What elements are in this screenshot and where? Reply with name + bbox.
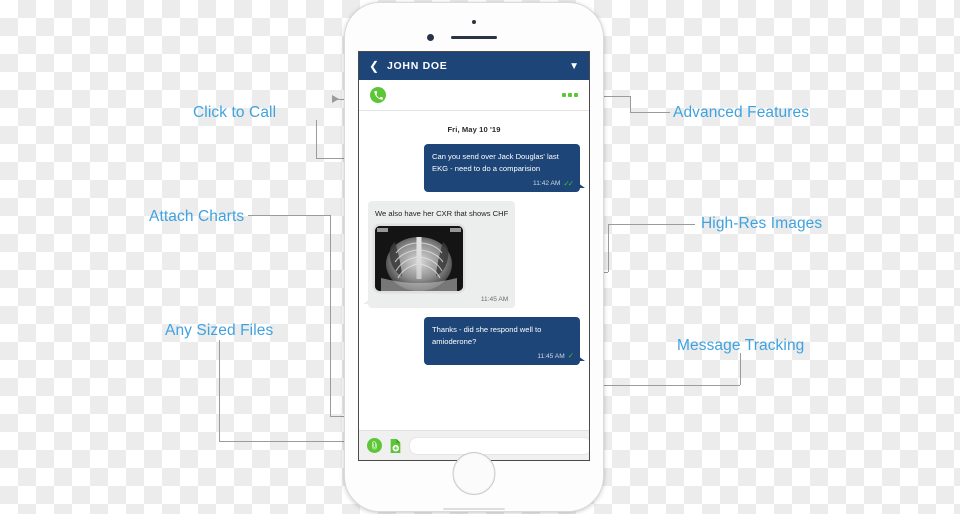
paperclip-icon[interactable] (367, 438, 382, 453)
connector-any-sized-files-v1 (219, 340, 220, 441)
chat-navbar: ❮ JOHN DOE ▼ (359, 52, 589, 80)
message-row: Thanks - did she respond well to amioder… (368, 316, 585, 365)
connector-advanced-features-h2 (601, 96, 630, 97)
message-text: Thanks - did she respond well to amioder… (432, 324, 542, 346)
add-file-icon[interactable] (388, 438, 403, 453)
home-button[interactable] (452, 452, 496, 495)
diagram-canvas: Click to Call Attach Charts Any Sized Fi… (0, 0, 960, 514)
connector-click-to-call-arrow (332, 95, 339, 103)
annotation-label-high-res-images: High-Res Images (701, 215, 823, 232)
message-meta: 11:42 AM ✓✓ (432, 178, 574, 188)
connector-click-to-call-v1 (316, 120, 317, 158)
chat-action-bar (359, 80, 589, 111)
more-options-icon[interactable] (562, 93, 578, 97)
connector-advanced-features-h1 (630, 112, 670, 113)
earpiece-speaker (451, 36, 497, 39)
annotation-label-click-to-call: Click to Call (193, 104, 277, 121)
chevron-down-icon[interactable]: ▼ (569, 61, 579, 72)
message-text: We also have her CXR that shows CHF (375, 209, 509, 219)
annotation-label-advanced-features: Advanced Features (673, 104, 810, 121)
message-text: Can you send over Jack Douglas' last EKG… (432, 152, 559, 173)
connector-advanced-features-v1 (630, 96, 631, 112)
connector-high-res-v1 (608, 224, 609, 272)
message-thread[interactable]: Fri, May 10 '19 Can you send over Jack D… (359, 125, 589, 443)
annotation-label-attach-charts: Attach Charts (149, 208, 245, 225)
phone-icon[interactable] (370, 87, 386, 103)
chest-xray-image[interactable] (375, 225, 463, 291)
single-check-icon: ✓ (567, 351, 574, 361)
message-bubble-incoming[interactable]: We also have her CXR that shows CHF 11:4… (362, 201, 516, 308)
connector-message-tracking-h1 (597, 385, 740, 386)
connector-any-sized-files-h1 (219, 441, 347, 442)
message-row: Can you send over Jack Douglas' last EKG… (368, 144, 585, 193)
message-row: We also have her CXR that shows CHF 11:4… (362, 201, 580, 308)
bottom-antenna-line (443, 508, 505, 510)
date-separator: Fri, May 10 '19 (447, 125, 501, 134)
message-bubble-outgoing[interactable]: Thanks - did she respond well to amioder… (424, 316, 585, 365)
connector-attach-charts-v1 (330, 215, 331, 416)
connector-attach-charts-h1 (248, 215, 330, 216)
message-bubble-outgoing[interactable]: Can you send over Jack Douglas' last EKG… (424, 144, 585, 193)
chevron-left-icon[interactable]: ❮ (369, 60, 383, 72)
front-camera-icon (472, 20, 476, 24)
message-input[interactable] (409, 436, 589, 455)
chat-contact-name: JOHN DOE (387, 60, 448, 72)
phone-screen: ❮ JOHN DOE ▼ Fri, May 10 '19 Can you sen… (358, 51, 590, 461)
message-time: 11:45 AM (537, 352, 565, 360)
proximity-sensor-icon (427, 34, 434, 41)
message-meta: 11:45 AM ✓ (432, 351, 574, 361)
phone-mockup: ❮ JOHN DOE ▼ Fri, May 10 '19 Can you sen… (344, 2, 604, 512)
double-check-icon: ✓✓ (563, 178, 573, 188)
annotation-label-any-sized-files: Any Sized Files (165, 322, 274, 339)
message-meta: 11:45 AM (375, 296, 508, 303)
message-time: 11:42 AM (533, 179, 561, 187)
message-time: 11:45 AM (480, 295, 509, 303)
connector-high-res-h1 (608, 224, 695, 225)
connector-message-tracking-v1 (740, 353, 741, 385)
